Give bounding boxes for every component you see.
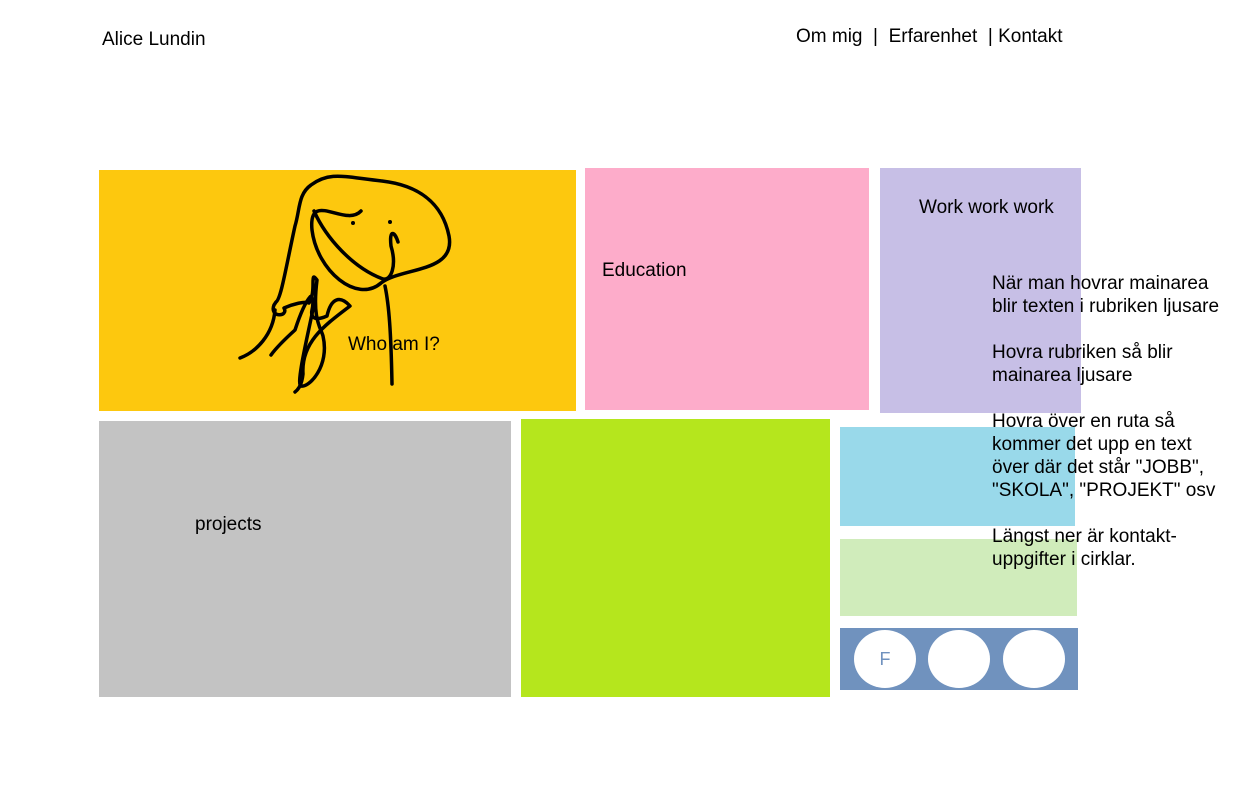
nav-link-contact[interactable]: Kontakt <box>998 26 1062 47</box>
nav-link-experience[interactable]: Erfarenhet <box>889 26 978 47</box>
nav-link-about[interactable]: Om mig <box>796 26 863 47</box>
note-text: Längst ner är kontakt-uppgifter i cirkla… <box>992 526 1177 570</box>
tile-label-who-am-i[interactable]: Who am I? <box>348 334 440 356</box>
tile-label-education[interactable]: Education <box>602 260 687 282</box>
design-notes: När man hovrar mainarea blir texten i ru… <box>992 272 1232 594</box>
tile-education[interactable]: Education <box>585 168 869 410</box>
facebook-icon[interactable]: F <box>854 630 916 688</box>
self-portrait-doodle-icon <box>238 174 452 394</box>
nav-separator: | <box>862 26 889 47</box>
contact-circle-icon[interactable] <box>1003 630 1065 688</box>
note-text: Hovra över en ruta så kommer det upp en … <box>992 411 1216 501</box>
tile-label-projects[interactable]: projects <box>195 514 262 536</box>
site-title[interactable]: Alice Lundin <box>102 29 206 51</box>
nav-separator: | <box>977 26 999 47</box>
note-text: Hovra rubriken så blir mainarea ljusare <box>992 342 1173 386</box>
tile-who-am-i[interactable]: Who am I? <box>99 170 576 411</box>
note-text: När man hovrar mainarea blir texten i ru… <box>992 273 1220 317</box>
contact-circle-icon[interactable] <box>928 630 990 688</box>
main-nav: Om mig | Erfarenhet | Kontakt <box>796 26 1063 48</box>
tile-label-work[interactable]: Work work work <box>919 197 1054 219</box>
contact-bar: F <box>840 628 1078 690</box>
tile-projects[interactable]: projects <box>99 421 511 697</box>
tile-lime[interactable] <box>521 419 830 697</box>
